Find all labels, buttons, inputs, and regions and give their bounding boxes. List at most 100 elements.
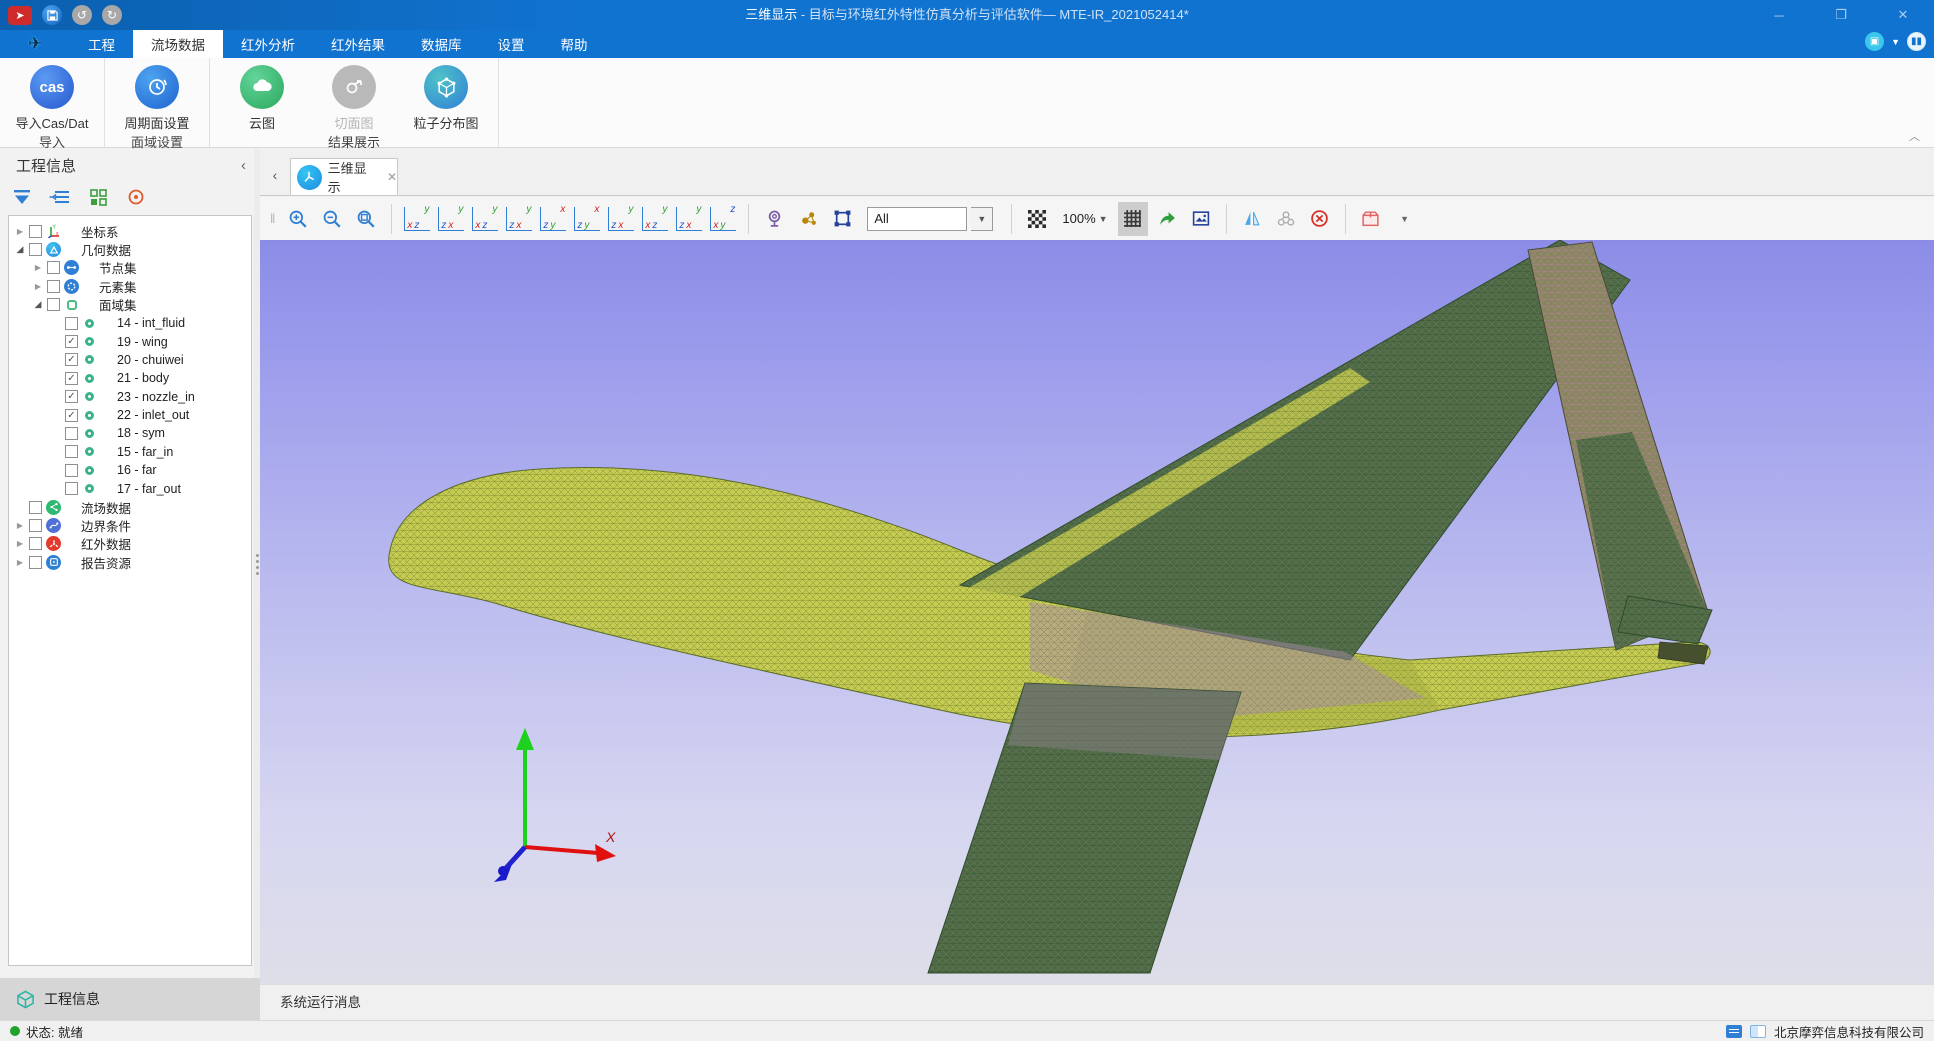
tree-row[interactable]: ✓ 22 - inlet_out <box>9 406 251 424</box>
view-iso-1-icon[interactable]: yzx <box>606 202 636 236</box>
tree-row[interactable]: ✓ 21 - body <box>9 369 251 387</box>
tree-row[interactable]: ◢ 几何数据 <box>9 240 251 258</box>
menu-tab-3[interactable]: 红外结果 <box>313 30 403 58</box>
tree-checkbox[interactable] <box>47 261 60 274</box>
display-set-combo[interactable]: All <box>867 207 967 231</box>
ribbon-button-cloud[interactable]: 云图 <box>216 63 308 132</box>
tree-row[interactable]: ▶ 边界条件 <box>9 516 251 534</box>
view-iso-4-icon[interactable]: zxy <box>708 202 738 236</box>
view-iso-2-icon[interactable]: yxz <box>640 202 670 236</box>
tree-closed-arrow-icon[interactable]: ▶ <box>31 282 45 291</box>
menu-tab-1[interactable]: 流场数据 <box>133 30 223 58</box>
tree-checkbox[interactable] <box>29 225 42 238</box>
minimize-button[interactable]: ─ <box>1748 0 1810 30</box>
view-iso-3-icon[interactable]: yzx <box>674 202 704 236</box>
tree-checkbox[interactable] <box>47 280 60 293</box>
zoom-fit-icon[interactable] <box>351 202 381 236</box>
tree-closed-arrow-icon[interactable]: ▶ <box>13 558 27 567</box>
menu-tab-5[interactable]: 设置 <box>480 30 543 58</box>
tree-row[interactable]: 14 - int_fluid <box>9 314 251 332</box>
tree-checkbox[interactable] <box>65 317 78 330</box>
tree-row[interactable]: ▶ 节点集 <box>9 259 251 277</box>
delete-icon[interactable] <box>1305 202 1335 236</box>
tree-checkbox[interactable] <box>29 537 42 550</box>
chevron-down-icon[interactable]: ▼ <box>1891 37 1900 47</box>
tree-checkbox[interactable] <box>29 243 42 256</box>
tab-close-icon[interactable]: ✕ <box>387 170 397 184</box>
tree-checkbox[interactable] <box>65 482 78 495</box>
tree-row[interactable]: 流场数据 <box>9 498 251 516</box>
tree-row[interactable]: 15 - far_in <box>9 443 251 461</box>
tabbar-collapse-icon[interactable]: ‹ <box>260 167 290 183</box>
menu-tab-2[interactable]: 红外分析 <box>223 30 313 58</box>
view-left-icon[interactable]: yxz <box>470 202 500 236</box>
locate-icon[interactable] <box>759 202 789 236</box>
tree-open-arrow-icon[interactable]: ◢ <box>13 244 27 255</box>
mirror-icon[interactable] <box>1237 202 1267 236</box>
view-front-icon[interactable]: yxz <box>402 202 432 236</box>
tree-checkbox[interactable] <box>47 298 60 311</box>
tree-open-arrow-icon[interactable]: ◢ <box>31 299 45 310</box>
ribbon-collapse-icon[interactable]: ︿ <box>1909 128 1920 144</box>
panel-collapse-icon[interactable]: ‹ <box>241 157 246 174</box>
ribbon-button-slice[interactable]: 切面图 <box>308 63 400 132</box>
grid-icon[interactable] <box>1118 202 1148 236</box>
panel-bottom-tab[interactable]: 工程信息 <box>0 978 260 1020</box>
undo-icon[interactable]: ↺ <box>72 5 92 25</box>
toolbar-drag-handle[interactable]: ‖ <box>270 211 275 226</box>
tree-closed-arrow-icon[interactable]: ▶ <box>13 539 27 548</box>
view-back-icon[interactable]: yzx <box>436 202 466 236</box>
3d-viewport[interactable]: X <box>260 240 1934 984</box>
close-button[interactable]: ✕ <box>1872 0 1934 30</box>
tree-row[interactable]: ▶ 元素集 <box>9 277 251 295</box>
tree-checkbox[interactable]: ✓ <box>65 409 78 422</box>
snapshot-icon[interactable] <box>1186 202 1216 236</box>
tree-row[interactable]: 17 - far_out <box>9 479 251 497</box>
tree-row[interactable]: ✓ 19 - wing <box>9 332 251 350</box>
layout-icon[interactable] <box>1726 1025 1742 1038</box>
tree-checkbox[interactable]: ✓ <box>65 335 78 348</box>
redo-icon[interactable]: ↻ <box>102 5 122 25</box>
tree-checkbox[interactable]: ✓ <box>65 372 78 385</box>
tree-closed-arrow-icon[interactable]: ▶ <box>13 227 27 236</box>
checker-icon[interactable] <box>1022 202 1052 236</box>
ribbon-button-cas[interactable]: cas 导入Cas/Dat <box>6 63 98 132</box>
tree-row[interactable]: 18 - sym <box>9 424 251 442</box>
view-bottom-icon[interactable]: xzy <box>572 202 602 236</box>
ribbon-button-particle[interactable]: 粒子分布图 <box>400 63 492 132</box>
export-arrow-icon[interactable] <box>1152 202 1182 236</box>
box-select-icon[interactable] <box>827 202 857 236</box>
tree-closed-arrow-icon[interactable]: ▶ <box>13 521 27 530</box>
cloud-share-icon[interactable] <box>1271 202 1301 236</box>
grid-view-icon[interactable] <box>86 186 110 208</box>
view-top-icon[interactable]: xzy <box>538 202 568 236</box>
tree-closed-arrow-icon[interactable]: ▶ <box>31 263 45 272</box>
target-icon[interactable] <box>124 186 148 208</box>
view-right-icon[interactable]: yzx <box>504 202 534 236</box>
tree-row[interactable]: 16 - far <box>9 461 251 479</box>
caret-down-icon[interactable]: ▼ <box>1390 202 1420 236</box>
tree-checkbox[interactable] <box>29 556 42 569</box>
menu-tab-0[interactable]: 工程 <box>70 30 133 58</box>
restore-button[interactable]: ❐ <box>1810 0 1872 30</box>
menu-tab-6[interactable]: 帮助 <box>543 30 606 58</box>
combo-dropdown-icon[interactable]: ▼ <box>971 207 993 231</box>
zoom-level-select[interactable]: 100%▼ <box>1062 211 1107 226</box>
tree-checkbox[interactable] <box>29 519 42 532</box>
tree-checkbox[interactable] <box>65 464 78 477</box>
save-scene-icon[interactable] <box>1356 202 1386 236</box>
tree-checkbox[interactable]: ✓ <box>65 353 78 366</box>
filter-icon[interactable] <box>10 186 34 208</box>
tab-3d-display[interactable]: 三维显示 ✕ <box>290 158 398 195</box>
ribbon-button-clock[interactable]: 周期面设置 <box>111 63 203 132</box>
app-launch-button[interactable]: ➤ <box>8 6 32 25</box>
list-left-icon[interactable] <box>48 186 72 208</box>
tree-checkbox[interactable] <box>29 501 42 514</box>
theme-icon[interactable]: ▮▮ <box>1907 32 1926 51</box>
tree-row[interactable]: ◢ 面域集 <box>9 296 251 314</box>
tree-row[interactable]: ▶ Yx 坐标系 <box>9 222 251 240</box>
zoom-in-icon[interactable] <box>283 202 313 236</box>
tree-checkbox[interactable] <box>65 445 78 458</box>
menu-tab-4[interactable]: 数据库 <box>403 30 480 58</box>
save-icon[interactable] <box>42 5 62 25</box>
